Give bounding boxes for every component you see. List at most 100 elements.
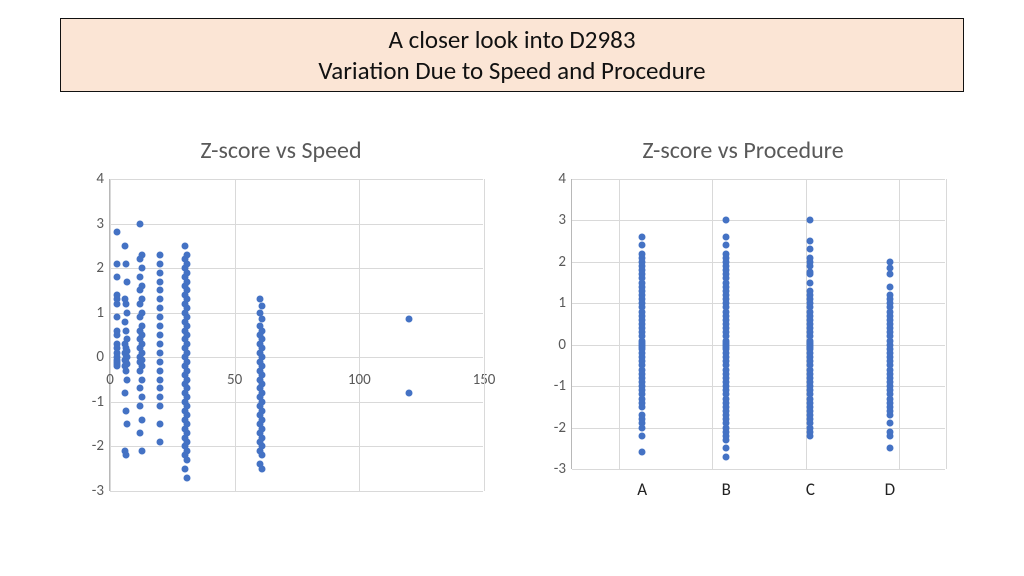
data-point bbox=[156, 332, 163, 339]
x-tick-label: D bbox=[885, 469, 895, 500]
data-point bbox=[123, 407, 130, 414]
data-point bbox=[807, 271, 814, 278]
y-tick-label: -1 bbox=[554, 377, 572, 395]
y-tick-label: 0 bbox=[96, 348, 110, 366]
data-point bbox=[886, 432, 893, 439]
data-point bbox=[723, 234, 730, 241]
x-tick-label: C bbox=[806, 469, 815, 500]
data-point bbox=[123, 452, 130, 459]
data-point bbox=[139, 416, 146, 423]
y-tick-label: 1 bbox=[96, 304, 110, 322]
data-point bbox=[886, 412, 893, 419]
data-point bbox=[139, 447, 146, 454]
data-point bbox=[114, 300, 121, 307]
data-point bbox=[723, 437, 730, 444]
data-point bbox=[123, 260, 130, 267]
chart-procedure-title: Z-score vs Procedure bbox=[642, 136, 843, 165]
chart-speed: Z-score vs Speed -3-2-101234050100150 bbox=[60, 130, 502, 540]
data-point bbox=[114, 274, 121, 281]
data-point bbox=[136, 300, 143, 307]
data-point bbox=[807, 246, 814, 253]
data-point bbox=[114, 260, 121, 267]
data-point bbox=[123, 327, 130, 334]
data-point bbox=[121, 318, 128, 325]
data-point bbox=[807, 432, 814, 439]
chart-speed-title: Z-score vs Speed bbox=[200, 136, 361, 165]
data-point bbox=[156, 323, 163, 330]
data-point bbox=[136, 403, 143, 410]
data-point bbox=[156, 269, 163, 276]
data-point bbox=[156, 314, 163, 321]
data-point bbox=[886, 283, 893, 290]
data-point bbox=[156, 438, 163, 445]
y-tick-label: 2 bbox=[558, 253, 572, 271]
y-tick-label: 1 bbox=[558, 294, 572, 312]
x-tick-label: 0 bbox=[106, 371, 114, 389]
y-tick-label: 3 bbox=[558, 211, 572, 229]
data-point bbox=[156, 349, 163, 356]
data-point bbox=[156, 403, 163, 410]
y-tick-label: 0 bbox=[558, 336, 572, 354]
data-point bbox=[639, 403, 646, 410]
data-point bbox=[114, 229, 121, 236]
data-point bbox=[184, 474, 191, 481]
data-point bbox=[136, 314, 143, 321]
chart-procedure-plot: -3-2-101234ABCD bbox=[533, 175, 953, 495]
data-point bbox=[156, 251, 163, 258]
data-point bbox=[639, 424, 646, 431]
data-point bbox=[259, 452, 266, 459]
data-point bbox=[139, 265, 146, 272]
data-point bbox=[136, 367, 143, 374]
y-tick-label: -3 bbox=[554, 460, 572, 478]
y-tick-label: -2 bbox=[92, 437, 110, 455]
title-line-1: A closer look into D2983 bbox=[389, 24, 636, 55]
chart-procedure: Z-score vs Procedure -3-2-101234ABCD bbox=[522, 130, 964, 540]
data-point bbox=[807, 238, 814, 245]
data-point bbox=[124, 309, 131, 316]
data-point bbox=[156, 376, 163, 383]
data-point bbox=[156, 421, 163, 428]
data-point bbox=[136, 385, 143, 392]
data-point bbox=[156, 296, 163, 303]
data-point bbox=[181, 242, 188, 249]
data-point bbox=[156, 358, 163, 365]
charts-row: Z-score vs Speed -3-2-101234050100150 Z-… bbox=[60, 130, 964, 540]
data-point bbox=[156, 260, 163, 267]
data-point bbox=[124, 376, 131, 383]
x-tick-label: 50 bbox=[227, 371, 242, 389]
data-point bbox=[156, 394, 163, 401]
data-point bbox=[114, 314, 121, 321]
data-point bbox=[156, 278, 163, 285]
chart-speed-plot: -3-2-101234050100150 bbox=[71, 175, 491, 495]
y-tick-label: 4 bbox=[558, 170, 572, 188]
data-point bbox=[807, 217, 814, 224]
data-point bbox=[156, 385, 163, 392]
data-point bbox=[124, 278, 131, 285]
title-banner: A closer look into D2983 Variation Due t… bbox=[60, 18, 964, 92]
x-tick-label: 100 bbox=[348, 371, 371, 389]
data-point bbox=[139, 376, 146, 383]
data-point bbox=[406, 389, 413, 396]
data-point bbox=[181, 465, 188, 472]
data-point bbox=[639, 449, 646, 456]
data-point bbox=[639, 234, 646, 241]
data-point bbox=[156, 340, 163, 347]
data-point bbox=[259, 465, 266, 472]
data-point bbox=[114, 363, 121, 370]
data-point bbox=[723, 453, 730, 460]
data-point bbox=[886, 271, 893, 278]
data-point bbox=[156, 305, 163, 312]
y-tick-label: 2 bbox=[96, 259, 110, 277]
data-point bbox=[114, 332, 121, 339]
data-point bbox=[886, 420, 893, 427]
data-point bbox=[807, 279, 814, 286]
data-point bbox=[139, 394, 146, 401]
data-point bbox=[156, 367, 163, 374]
title-line-2: Variation Due to Speed and Procedure bbox=[318, 55, 705, 86]
data-point bbox=[136, 287, 143, 294]
data-point bbox=[184, 456, 191, 463]
data-point bbox=[136, 430, 143, 437]
data-point bbox=[123, 367, 130, 374]
x-tick-label: A bbox=[637, 469, 647, 500]
y-tick-label: -1 bbox=[92, 393, 110, 411]
